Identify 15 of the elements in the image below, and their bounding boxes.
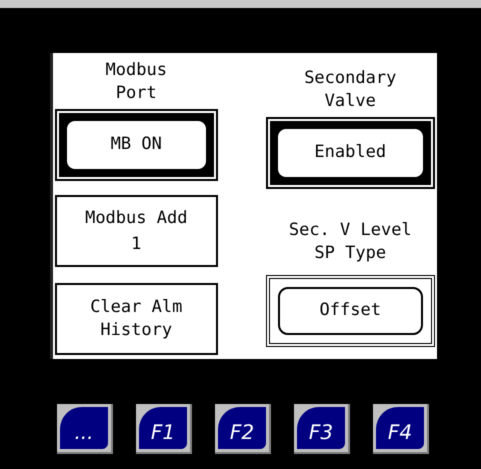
toggle-button[interactable]: Enabled xyxy=(278,129,423,177)
function-key[interactable]: F3 xyxy=(294,404,350,454)
address-field[interactable]: Modbus Add 1 xyxy=(55,195,218,267)
field-label: Modbus Add xyxy=(85,208,188,228)
toggle-button[interactable]: MB ON xyxy=(67,121,206,169)
function-key[interactable]: F2 xyxy=(215,404,271,454)
clear-history-button[interactable]: Clear Alm History xyxy=(55,283,218,355)
select-button[interactable]: Offset xyxy=(278,287,423,335)
setting-label: Secondary Valve xyxy=(304,67,396,113)
function-key[interactable]: F1 xyxy=(136,404,192,454)
setting-label: Modbus Port xyxy=(106,59,167,105)
function-key[interactable]: ... xyxy=(57,404,113,454)
function-key[interactable]: F4 xyxy=(373,404,429,454)
field-value: 1 xyxy=(131,234,142,254)
setting-label: Sec. V Level SP Type xyxy=(288,219,412,265)
